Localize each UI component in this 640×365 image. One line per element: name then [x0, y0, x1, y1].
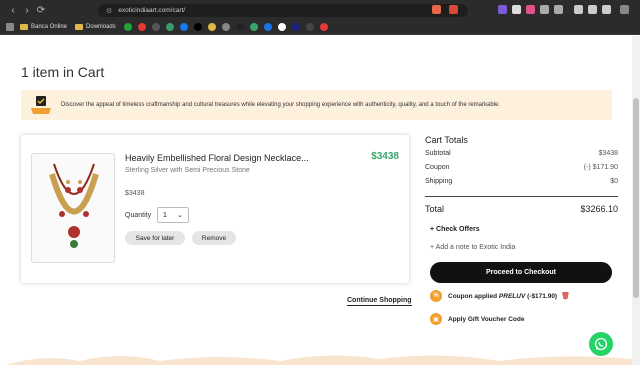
coupon-label: Coupon	[425, 164, 450, 171]
bookmark-favicon-icon[interactable]	[137, 23, 146, 31]
bookmark-icons	[123, 23, 334, 31]
forward-icon[interactable]: ›	[20, 5, 34, 16]
decorative-wave	[6, 355, 632, 365]
coupon-row: Coupon (-) $171.90	[425, 164, 618, 171]
folder-icon	[75, 24, 84, 30]
gift-voucher-row[interactable]: ▣ Apply Gift Voucher Code	[430, 313, 524, 325]
bookmark-downloads[interactable]: Downloads	[75, 24, 116, 30]
bookmark-favicon-icon[interactable]	[151, 23, 160, 31]
extension-icon[interactable]	[554, 5, 563, 14]
bookmark-favicon-icon[interactable]	[263, 23, 272, 31]
extension-icon[interactable]	[512, 5, 521, 14]
coupon-applied-row: % Coupon applied PRELUV (-$171.90) 🗑	[430, 290, 570, 302]
address-bar[interactable]: ⚙ exoticindiaart.com/cart/	[98, 4, 468, 17]
info-banner: Discover the appeal of timeless craftman…	[21, 90, 612, 120]
back-icon[interactable]: ‹	[6, 5, 20, 16]
bookmark-banca-online[interactable]: Banca Online	[20, 24, 67, 30]
save-for-later-button[interactable]: Save for later	[125, 231, 185, 245]
chevron-down-icon: ⌄	[177, 212, 183, 219]
site-info-icon[interactable]: ⚙	[106, 7, 112, 15]
check-offers-label: Check Offers	[436, 226, 480, 233]
total-row: Total $3266.10	[425, 204, 618, 214]
bookmark-favicon-icon[interactable]	[291, 23, 300, 31]
check-offers-toggle[interactable]: + Check Offers	[430, 226, 480, 233]
bookmark-favicon-icon[interactable]	[249, 23, 258, 31]
wallet-icon[interactable]	[588, 5, 597, 14]
proceed-to-checkout-button[interactable]: Proceed to Checkout	[430, 262, 612, 283]
total-label: Total	[425, 204, 445, 214]
menu-icon[interactable]	[620, 5, 629, 14]
rewards-icon[interactable]	[449, 5, 458, 14]
totals-divider	[425, 196, 618, 197]
bookmark-favicon-icon[interactable]	[179, 23, 188, 31]
shipping-label: Shipping	[425, 178, 453, 185]
coupon-code: PRELUV	[498, 292, 526, 300]
subtotal-row: Subtotal $3438	[425, 150, 618, 157]
total-value: $3266.10	[580, 204, 618, 214]
bookmarks-bar: Banca Online Downloads	[0, 20, 640, 35]
brave-shield-icon[interactable]	[432, 5, 441, 14]
scrollbar-thumb[interactable]	[633, 98, 639, 298]
bookmark-favicon-icon[interactable]	[305, 23, 314, 31]
coupon-applied-prefix: Coupon applied	[448, 292, 498, 300]
line-total-price: $3438	[371, 151, 399, 162]
bookmark-favicon-icon[interactable]	[235, 23, 244, 31]
extension-icon[interactable]	[540, 5, 549, 14]
page-title: 1 item in Cart	[21, 64, 105, 80]
shipping-value: $0	[610, 178, 618, 185]
whatsapp-chat-button[interactable]	[589, 332, 613, 356]
bookmark-favicon-icon[interactable]	[207, 23, 216, 31]
product-price: $3438	[125, 190, 145, 197]
coupon-value: (-) $171.90	[583, 164, 618, 171]
bookmark-label: Downloads	[86, 24, 116, 30]
subtotal-label: Subtotal	[425, 150, 451, 157]
quantity-select[interactable]: 1 ⌄	[157, 207, 189, 223]
add-note-label: Add a note to Exotic India	[435, 244, 516, 251]
reload-icon[interactable]: ⟳	[34, 5, 48, 16]
remove-button[interactable]: Remove	[192, 231, 236, 245]
bookmark-favicon-icon[interactable]	[221, 23, 230, 31]
bookmark-favicon-icon[interactable]	[193, 23, 202, 31]
product-image[interactable]	[31, 153, 115, 263]
gift-voucher-label: Apply Gift Voucher Code	[448, 315, 525, 323]
url-text[interactable]: exoticindiaart.com/cart/	[118, 7, 185, 14]
cart-item-card: Heavily Embellished Floral Design Neckla…	[21, 135, 409, 283]
badge-icon	[31, 96, 51, 114]
product-name[interactable]: Heavily Embellished Floral Design Neckla…	[125, 153, 309, 163]
extension-icon[interactable]	[498, 5, 507, 14]
quantity-value: 1	[163, 211, 167, 219]
whatsapp-icon	[594, 337, 608, 351]
banner-text: Discover the appeal of timeless craftman…	[61, 102, 501, 108]
apps-grid-icon[interactable]	[6, 23, 14, 31]
cart-totals-title: Cart Totals	[425, 135, 468, 145]
bookmark-favicon-icon[interactable]	[165, 23, 174, 31]
product-subtitle: Sterling Silver with Semi Precious Stone	[125, 167, 250, 174]
page-content: 1 item in Cart Discover the appeal of ti…	[0, 36, 632, 365]
subtotal-value: $3438	[598, 150, 618, 157]
bookmark-label: Banca Online	[31, 24, 68, 30]
bookmark-favicon-icon[interactable]	[123, 23, 132, 31]
trash-icon[interactable]: 🗑	[561, 292, 570, 300]
page-scrollbar[interactable]	[632, 36, 640, 365]
browser-toolbar: ‹ › ⟳ ⚙ exoticindiaart.com/cart/	[0, 0, 640, 20]
shipping-row: Shipping $0	[425, 178, 618, 185]
coupon-discount: (-$171.90)	[527, 292, 558, 300]
bookmark-favicon-icon[interactable]	[319, 23, 328, 31]
coupon-icon: %	[430, 290, 442, 302]
add-note-toggle[interactable]: + Add a note to Exotic India	[430, 244, 515, 251]
sidebar-icon[interactable]	[574, 5, 583, 14]
folder-icon	[20, 24, 28, 30]
continue-shopping-link[interactable]: Continue Shopping	[347, 297, 412, 306]
bookmark-favicon-icon[interactable]	[277, 23, 286, 31]
extension-icon[interactable]	[526, 5, 535, 14]
quantity-label: Quantity	[125, 212, 152, 219]
gift-icon: ▣	[430, 313, 442, 325]
share-icon[interactable]	[602, 5, 611, 14]
